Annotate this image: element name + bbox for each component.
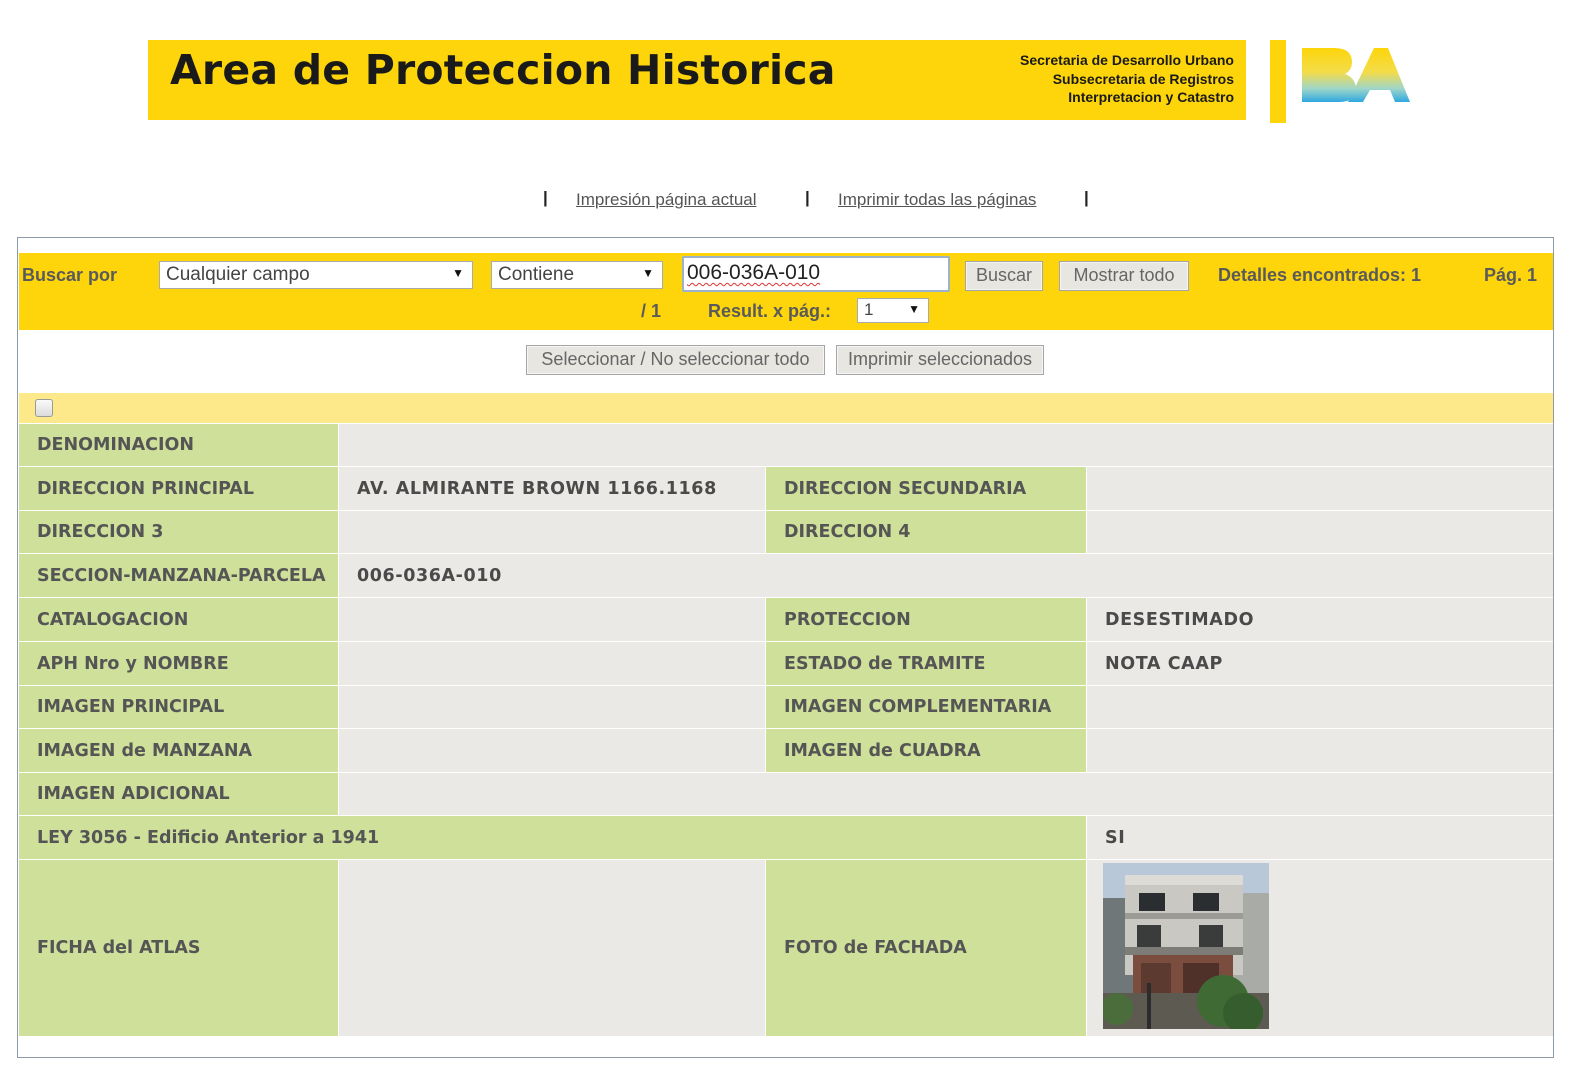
- ley-3056-label: LEY 3056 - Edificio Anterior a 1941: [19, 816, 1086, 859]
- foto-fachada-label: FOTO de FACHADA: [766, 860, 1086, 1036]
- results-per-page-select[interactable]: 1 ▼: [857, 298, 929, 323]
- facade-photo[interactable]: [1103, 863, 1269, 1029]
- smp-label: SECCION-MANZANA-PARCELA: [19, 554, 338, 597]
- catalogacion-label: CATALOGACION: [19, 598, 338, 641]
- denominacion-value: [339, 424, 1553, 466]
- search-bar: Buscar por Cualquier campo ▼ Contiene ▼ …: [19, 253, 1553, 330]
- direccion-4-value: [1087, 511, 1553, 553]
- page-indicator: Pág. 1: [1484, 265, 1538, 285]
- link-separator: |: [805, 188, 810, 207]
- search-by-label: Buscar por: [22, 265, 118, 285]
- selection-actions: Seleccionar / No seleccionar todo Imprim…: [19, 330, 1553, 392]
- imagen-complementaria-value: [1087, 686, 1553, 728]
- direccion-principal-value: AV. ALMIRANTE BROWN 1166.1168: [339, 467, 765, 510]
- results-found-count: Detalles encontrados: 1: [1218, 265, 1422, 285]
- ba-logo: [1300, 44, 1412, 108]
- imagen-principal-label: IMAGEN PRINCIPAL: [19, 686, 338, 728]
- print-current-page-link[interactable]: Impresión página actual: [576, 190, 757, 210]
- estado-tramite-value: NOTA CAAP: [1087, 642, 1553, 685]
- agency-subtitle: Secretaria de Desarrollo Urbano Subsecre…: [1020, 51, 1234, 107]
- aph-value: [339, 642, 765, 685]
- direccion-principal-label: DIRECCION PRINCIPAL: [19, 467, 338, 510]
- direccion-secundaria-label: DIRECCION SECUNDARIA: [766, 467, 1086, 510]
- imagen-manzana-value: [339, 729, 765, 772]
- imagen-manzana-label: IMAGEN de MANZANA: [19, 729, 338, 772]
- direccion-3-value: [339, 511, 765, 553]
- imagen-cuadra-label: IMAGEN de CUADRA: [766, 729, 1086, 772]
- direccion-secundaria-value: [1087, 467, 1553, 510]
- search-operator-select[interactable]: Contiene ▼: [491, 261, 663, 289]
- estado-tramite-label: ESTADO de TRAMITE: [766, 642, 1086, 685]
- search-button[interactable]: Buscar: [965, 261, 1043, 291]
- search-input-value: 006-036A-010: [687, 261, 821, 284]
- page-total: / 1: [641, 301, 662, 321]
- search-operator-value: Contiene: [498, 264, 575, 285]
- link-separator: |: [1084, 188, 1089, 207]
- dropdown-arrow-icon: ▼: [452, 266, 464, 280]
- agency-line-2: Subsecretaria de Registros: [1052, 70, 1234, 87]
- proteccion-label: PROTECCION: [766, 598, 1086, 641]
- search-input[interactable]: 006-036A-010: [682, 256, 950, 292]
- denominacion-label: DENOMINACION: [19, 424, 338, 466]
- link-separator: |: [543, 188, 548, 207]
- imagen-principal-value: [339, 686, 765, 728]
- page-title: Area de Proteccion Historica: [170, 46, 836, 94]
- results-per-page-label: Result. x pág.:: [708, 301, 832, 321]
- dropdown-arrow-icon: ▼: [642, 266, 654, 280]
- select-all-button[interactable]: Seleccionar / No seleccionar todo: [526, 345, 825, 375]
- print-links-bar: | Impresión página actual | Imprimir tod…: [0, 188, 1578, 214]
- results-per-page-value: 1: [864, 300, 874, 319]
- agency-line-3: Interpretacion y Catastro: [1068, 89, 1234, 105]
- aph-label: APH Nro y NOMBRE: [19, 642, 338, 685]
- ficha-atlas-label: FICHA del ATLAS: [19, 860, 338, 1036]
- print-selected-button[interactable]: Imprimir seleccionados: [836, 345, 1044, 375]
- record-checkbox[interactable]: [35, 399, 53, 417]
- record-select-bar: [19, 393, 1553, 423]
- search-field-select[interactable]: Cualquier campo ▼: [159, 261, 473, 289]
- direccion-3-label: DIRECCION 3: [19, 511, 338, 553]
- catalogacion-value: [339, 598, 765, 641]
- ficha-atlas-value: [339, 860, 765, 1036]
- show-all-button[interactable]: Mostrar todo: [1059, 261, 1189, 291]
- imagen-complementaria-label: IMAGEN COMPLEMENTARIA: [766, 686, 1086, 728]
- results-container: Buscar por Cualquier campo ▼ Contiene ▼ …: [17, 237, 1554, 1058]
- ley-3056-value: SI: [1087, 816, 1553, 859]
- imagen-adicional-label: IMAGEN ADICIONAL: [19, 773, 338, 815]
- search-field-value: Cualquier campo: [166, 264, 310, 285]
- imagen-adicional-value: [339, 773, 1553, 815]
- dropdown-arrow-icon: ▼: [908, 302, 920, 316]
- imagen-cuadra-value: [1087, 729, 1553, 772]
- proteccion-value: DESESTIMADO: [1087, 598, 1553, 641]
- print-all-pages-link[interactable]: Imprimir todas las páginas: [838, 190, 1036, 210]
- logo-divider: [1270, 40, 1286, 123]
- direccion-4-label: DIRECCION 4: [766, 511, 1086, 553]
- agency-line-1: Secretaria de Desarrollo Urbano: [1020, 52, 1234, 68]
- header-banner: Area de Proteccion Historica Secretaria …: [148, 40, 1246, 120]
- smp-value: 006-036A-010: [339, 554, 1553, 597]
